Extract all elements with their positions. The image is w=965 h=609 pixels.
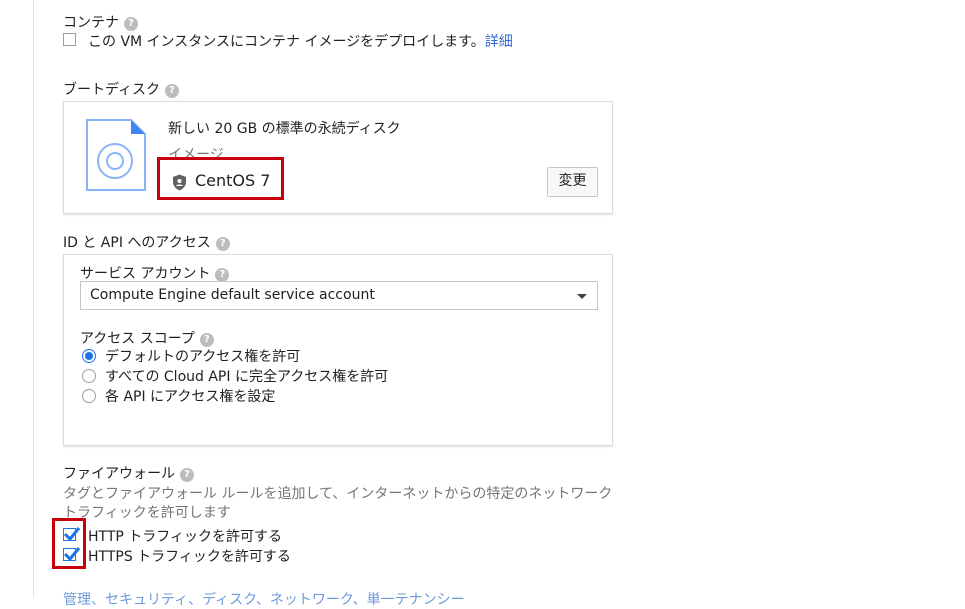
scope-radio-full[interactable]	[82, 369, 96, 383]
service-account-label: サービス アカウント	[80, 266, 211, 282]
scope-radio-default[interactable]	[82, 349, 96, 363]
access-scope-label: アクセス スコープ	[80, 331, 195, 347]
disk-image-icon	[86, 119, 146, 191]
help-icon[interactable]: ?	[215, 237, 230, 251]
scope-label-custom: 各 API にアクセス権を設定	[105, 389, 276, 405]
service-account-value: Compute Engine default service account	[90, 287, 375, 303]
identity-card: サービス アカウント? Compute Engine default servi…	[63, 254, 613, 446]
firewall-heading: ファイアウォール?	[63, 463, 194, 483]
service-account-label-row: サービス アカウント?	[80, 263, 230, 283]
access-scope-label-row: アクセス スコープ?	[80, 328, 214, 348]
left-divider	[33, 0, 34, 597]
https-label: HTTPS トラフィックを許可する	[88, 549, 291, 565]
boot-disk-heading: ブートディスク?	[63, 79, 180, 99]
change-button[interactable]: 変更	[547, 167, 598, 197]
boot-disk-heading-text: ブートディスク	[63, 82, 161, 98]
help-icon[interactable]: ?	[165, 84, 180, 98]
http-label: HTTP トラフィックを許可する	[88, 529, 282, 545]
scope-label-default: デフォルトのアクセス権を許可	[105, 349, 301, 365]
scope-label-full: すべての Cloud API に完全アクセス権を許可	[105, 369, 389, 385]
scope-radio-custom[interactable]	[82, 389, 96, 403]
details-link[interactable]: 詳細	[485, 34, 513, 50]
boot-disk-description: 新しい 20 GB の標準の永続ディスク	[168, 121, 401, 137]
advanced-options-link[interactable]: 管理、セキュリティ、ディスク、ネットワーク、単一テナンシー	[63, 589, 465, 609]
chevron-down-icon	[577, 294, 587, 299]
container-heading: コンテナ?	[63, 12, 138, 32]
identity-heading: ID と API へのアクセス?	[63, 232, 230, 252]
boot-disk-card: 新しい 20 GB の標準の永続ディスク イメージ CentOS 7 変更	[63, 101, 613, 214]
firewall-description-line2: トラフィックを許可します	[63, 505, 231, 521]
help-icon[interactable]: ?	[124, 17, 138, 31]
service-account-select[interactable]: Compute Engine default service account	[80, 281, 598, 310]
container-checkbox-label: この VM インスタンスにコンテナ イメージをデプロイします。	[88, 34, 485, 50]
firewall-heading-text: ファイアウォール	[63, 466, 175, 482]
firewall-description-line1: タグとファイアウォール ルールを追加して、インターネットからの特定のネットワーク	[63, 486, 613, 502]
container-checkbox-row: この VM インスタンスにコンテナ イメージをデプロイします。詳細	[88, 31, 513, 51]
help-icon[interactable]: ?	[215, 268, 230, 282]
identity-heading-text: ID と API へのアクセス	[63, 235, 211, 251]
container-heading-text: コンテナ	[63, 15, 119, 31]
container-checkbox[interactable]	[63, 33, 76, 46]
help-icon[interactable]: ?	[199, 333, 214, 347]
highlight-box-firewall	[52, 518, 86, 569]
highlight-box-image	[157, 157, 284, 200]
help-icon[interactable]: ?	[180, 468, 194, 482]
